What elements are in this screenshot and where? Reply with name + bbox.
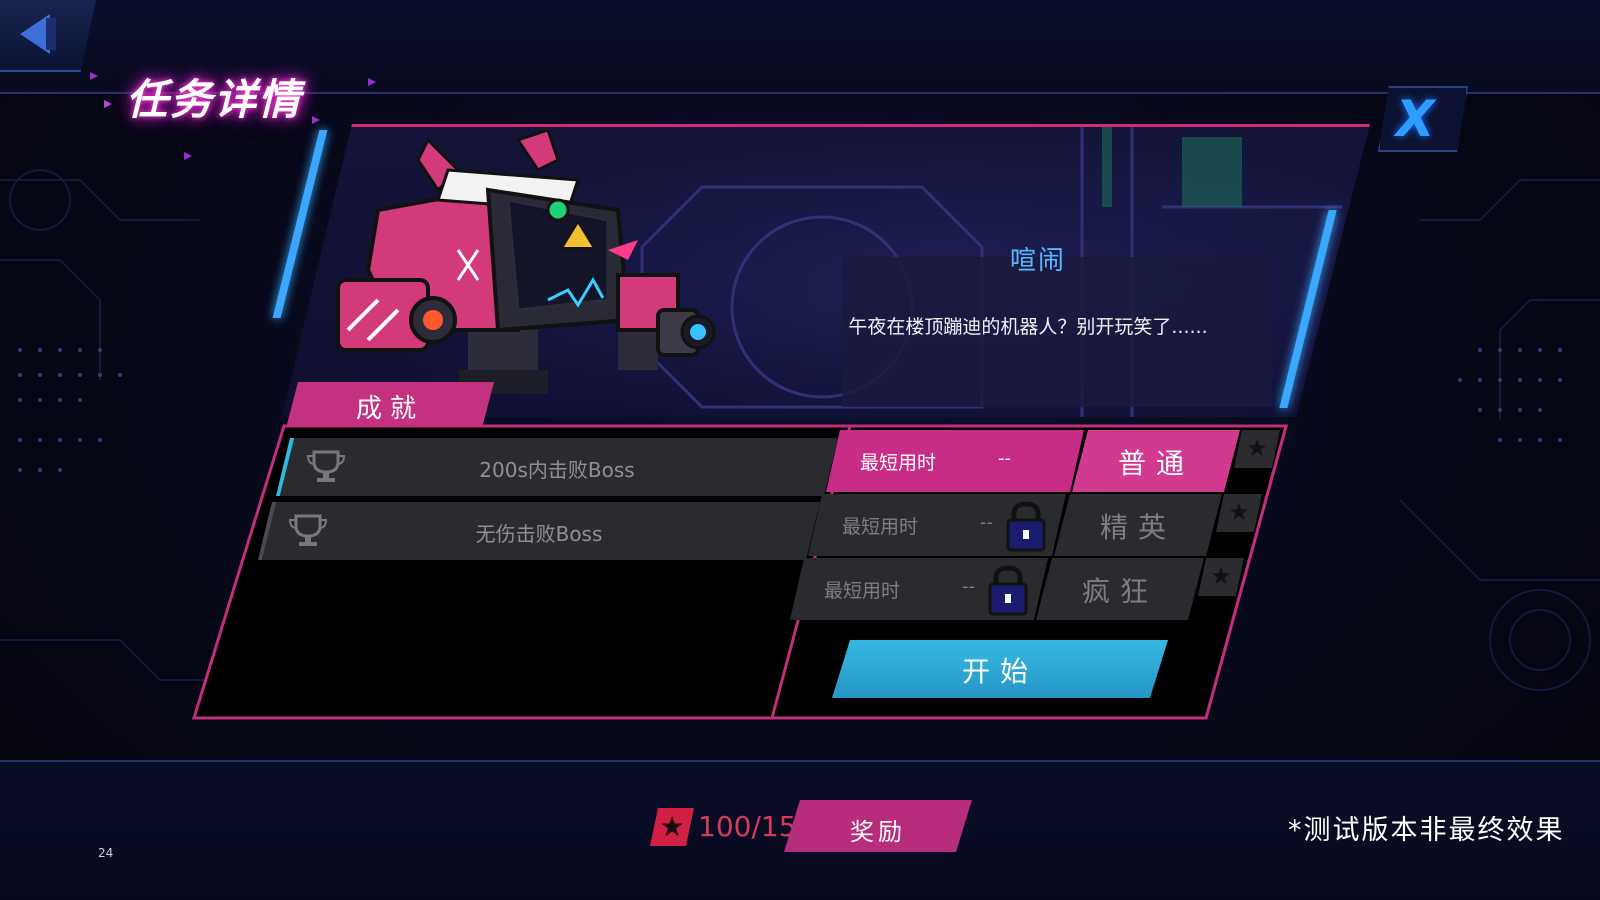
best-time-value: -- [998, 448, 1011, 469]
star-icon: ★ [1228, 498, 1250, 526]
difficulty-name: 精英 [1099, 511, 1176, 544]
achievement-label: 200s内击败Boss [479, 458, 635, 482]
difficulty-elite[interactable]: 最短用时 -- 精英 ★ [808, 494, 1268, 556]
start-button[interactable]: 开始 [832, 640, 1168, 698]
page-number: 24 [98, 846, 114, 860]
achievement-row: 200s内击败Boss [276, 438, 838, 496]
best-time-panel: 最短用时 -- [826, 430, 1084, 492]
star-count: 100/15 [698, 810, 797, 843]
difficulty-name-panel: 疯狂 [1036, 558, 1204, 620]
boss-description: 午夜在楼顶蹦迪的机器人？别开玩笑了...... [848, 316, 1208, 338]
boss-name: 喧闹 [1009, 246, 1066, 276]
best-time-value: -- [962, 576, 975, 597]
difficulty-normal[interactable]: 最短用时 -- 普通 ★ [826, 430, 1286, 492]
start-button-label: 开始 [961, 655, 1038, 688]
reward-button[interactable]: 奖励 [784, 800, 972, 852]
difficulty-crazy[interactable]: 最短用时 -- 疯狂 ★ [790, 558, 1250, 620]
difficulty-star: ★ [1216, 494, 1262, 532]
difficulty-name-panel: 普通 [1072, 430, 1240, 492]
star-icon: ★ [659, 810, 685, 843]
mission-detail-screen: 任务详情 X 喧闹 午夜在楼顶蹦迪的机器人？别开玩笑了...... 成就 200… [0, 0, 1600, 900]
reward-button-label: 奖励 [850, 818, 906, 846]
best-time-label: 最短用时 [842, 516, 919, 538]
page-title: 任务详情 [126, 75, 303, 124]
difficulty-name: 普通 [1117, 447, 1194, 480]
close-icon: X [1396, 90, 1435, 148]
tab-achievements-label: 成就 [355, 394, 424, 424]
test-build-watermark: *测试版本非最终效果 [1288, 815, 1565, 846]
best-time-label: 最短用时 [824, 580, 901, 602]
difficulty-star: ★ [1198, 558, 1244, 596]
boss-robot-illustration [336, 130, 716, 394]
close-button[interactable]: X [1378, 86, 1468, 152]
best-time-value: -- [980, 512, 993, 533]
back-arrow-icon [20, 14, 56, 54]
lock-icon [988, 565, 1028, 616]
achievement-label: 无伤击败Boss [475, 522, 603, 546]
difficulty-name: 疯狂 [1081, 575, 1158, 608]
best-time-label: 最短用时 [860, 452, 937, 474]
difficulty-star: ★ [1234, 430, 1280, 468]
star-icon: ★ [1246, 434, 1268, 462]
difficulty-name-panel: 精英 [1054, 494, 1222, 556]
star-icon: ★ [1210, 562, 1232, 590]
lock-icon [1006, 501, 1046, 552]
achievement-row: 无伤击败Boss [258, 502, 820, 560]
